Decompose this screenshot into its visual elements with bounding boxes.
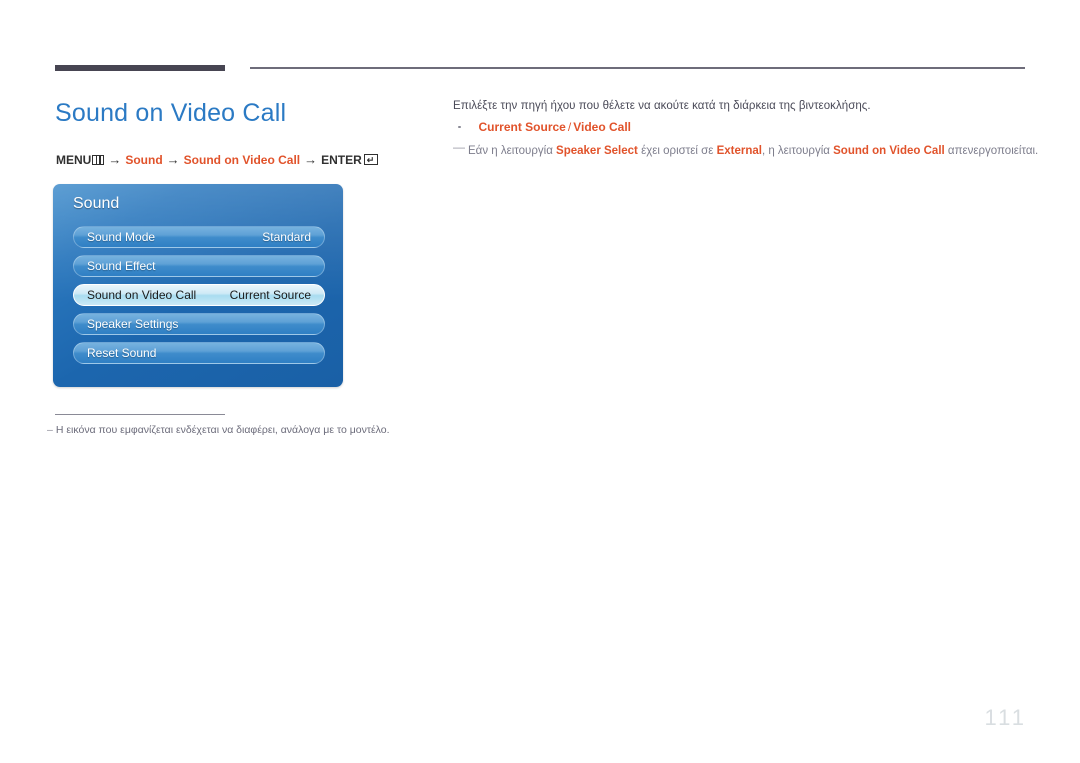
menu-label: MENU (56, 152, 92, 167)
menu-bars-icon (92, 154, 105, 165)
enter-return-icon: ↵ (363, 154, 378, 165)
footnote-divider (55, 414, 225, 415)
right-content-column: Επιλέξτε την πηγή ήχου που θέλετε να ακο… (453, 100, 1038, 157)
menu-path-breadcrumb: MENU → Sound → Sound on Video Call → ENT… (56, 152, 378, 167)
osd-menu-list: Sound Mode Standard Sound Effect Sound o… (73, 226, 325, 371)
path-step-sound-on-video-call: Sound on Video Call (183, 152, 301, 167)
note-speaker-select: — Εάν η λειτουργία Speaker Select έχει ορ… (453, 140, 1038, 157)
note-emphasis-external: External (716, 145, 762, 157)
note-part-2: έχει οριστεί σε (637, 145, 717, 157)
path-step-sound: Sound (125, 152, 163, 167)
osd-item-value: Standard (262, 230, 311, 244)
enter-label: ENTER (321, 152, 362, 167)
header-rule-thick (55, 65, 225, 71)
note-emphasis-speaker-select: Speaker Select (556, 145, 638, 157)
osd-sound-menu-panel: Sound Sound Mode Standard Sound Effect S… (53, 184, 343, 387)
path-arrow-2: → (166, 152, 180, 167)
note-dash: — (453, 140, 465, 154)
note-part-4: απενεργοποιείται. (944, 145, 1039, 157)
bullet-dot-icon (458, 125, 461, 128)
osd-item-reset-sound[interactable]: Reset Sound (73, 342, 325, 364)
note-emphasis-sound-on-video-call: Sound on Video Call (833, 145, 945, 157)
page-number: 111 (984, 705, 1027, 730)
osd-item-label: Speaker Settings (87, 317, 179, 331)
option-separator: / (567, 120, 572, 134)
note-part-3: , η λειτουργία (761, 145, 834, 157)
option-video-call: Video Call (573, 120, 631, 134)
footnote-dash: – (47, 424, 53, 436)
options-bullet-item: Current Source / Video Call (453, 120, 1033, 134)
osd-item-label: Sound Effect (87, 259, 156, 273)
footnote-text: Η εικόνα που εμφανίζεται ενδέχεται να δι… (55, 424, 390, 436)
path-arrow-3: → (304, 152, 318, 167)
footnote-model-may-differ: – Η εικόνα που εμφανίζεται ενδέχεται να δ… (47, 424, 390, 436)
osd-menu-title: Sound (73, 195, 120, 212)
osd-item-label: Sound on Video Call (87, 288, 197, 302)
note-part-1: Εάν η λειτουργία (468, 145, 557, 157)
osd-item-label: Sound Mode (87, 230, 156, 244)
description-text: Επιλέξτε την πηγή ήχου που θέλετε να ακο… (453, 100, 871, 112)
header-rule-thin (250, 67, 1025, 69)
page-title: Sound on Video Call (55, 99, 287, 127)
osd-item-label: Reset Sound (87, 346, 157, 360)
osd-item-sound-effect[interactable]: Sound Effect (73, 255, 325, 277)
path-arrow-1: → (108, 152, 122, 167)
option-current-source: Current Source (478, 120, 566, 134)
osd-item-value: Current Source (229, 288, 311, 302)
osd-item-sound-on-video-call[interactable]: Sound on Video Call Current Source (73, 284, 325, 306)
osd-item-sound-mode[interactable]: Sound Mode Standard (73, 226, 325, 248)
osd-item-speaker-settings[interactable]: Speaker Settings (73, 313, 325, 335)
